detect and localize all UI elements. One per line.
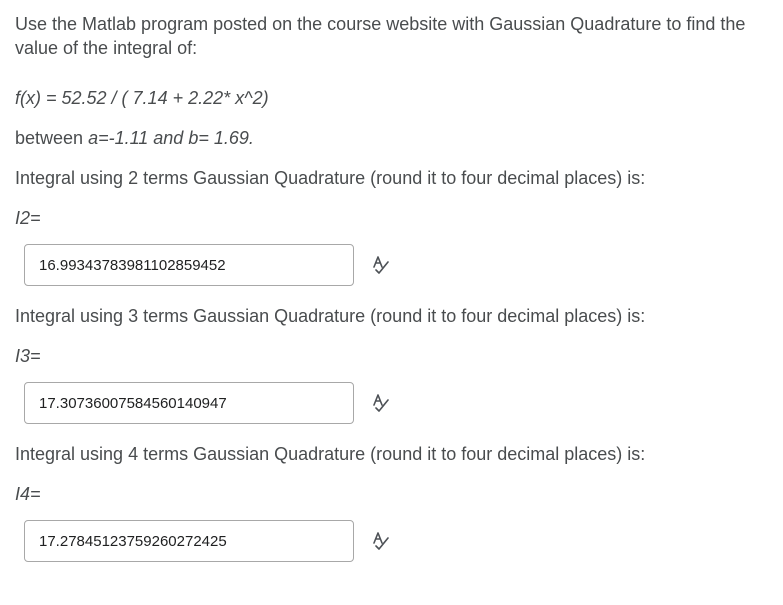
interval-a: a=-1.11 [88, 128, 149, 148]
part-prompt: Integral using 4 terms Gaussian Quadratu… [15, 444, 646, 464]
part-label: I2= [15, 208, 41, 228]
answer-row [24, 520, 755, 562]
answer-row [24, 244, 755, 286]
spell-check-icon[interactable] [370, 254, 392, 276]
answer-part-4-terms: Integral using 4 terms Gaussian Quadratu… [15, 442, 755, 562]
function-formula: f(x) = 52.52 / ( 7.14 + 2.22* x^2) [15, 88, 269, 108]
answer-input-i4[interactable] [24, 520, 354, 562]
question-container: Use the Matlab program posted on the cou… [15, 12, 755, 562]
interval-mid: and [148, 128, 189, 148]
answer-input-i2[interactable] [24, 244, 354, 286]
interval-prefix: between [15, 128, 89, 148]
part-label: I4= [15, 484, 41, 504]
spell-check-icon[interactable] [370, 530, 392, 552]
question-intro: Use the Matlab program posted on the cou… [15, 14, 746, 58]
answer-input-i3[interactable] [24, 382, 354, 424]
answer-row [24, 382, 755, 424]
interval-statement: between a=-1.11 and b= 1.69. [15, 126, 755, 150]
part-prompt: Integral using 2 terms Gaussian Quadratu… [15, 168, 646, 188]
part-label: I3= [15, 346, 41, 366]
spell-check-icon[interactable] [370, 392, 392, 414]
answer-part-3-terms: Integral using 3 terms Gaussian Quadratu… [15, 304, 755, 424]
part-prompt: Integral using 3 terms Gaussian Quadratu… [15, 306, 646, 326]
interval-b: b= 1.69. [188, 128, 254, 148]
answer-part-2-terms: Integral using 2 terms Gaussian Quadratu… [15, 166, 755, 286]
